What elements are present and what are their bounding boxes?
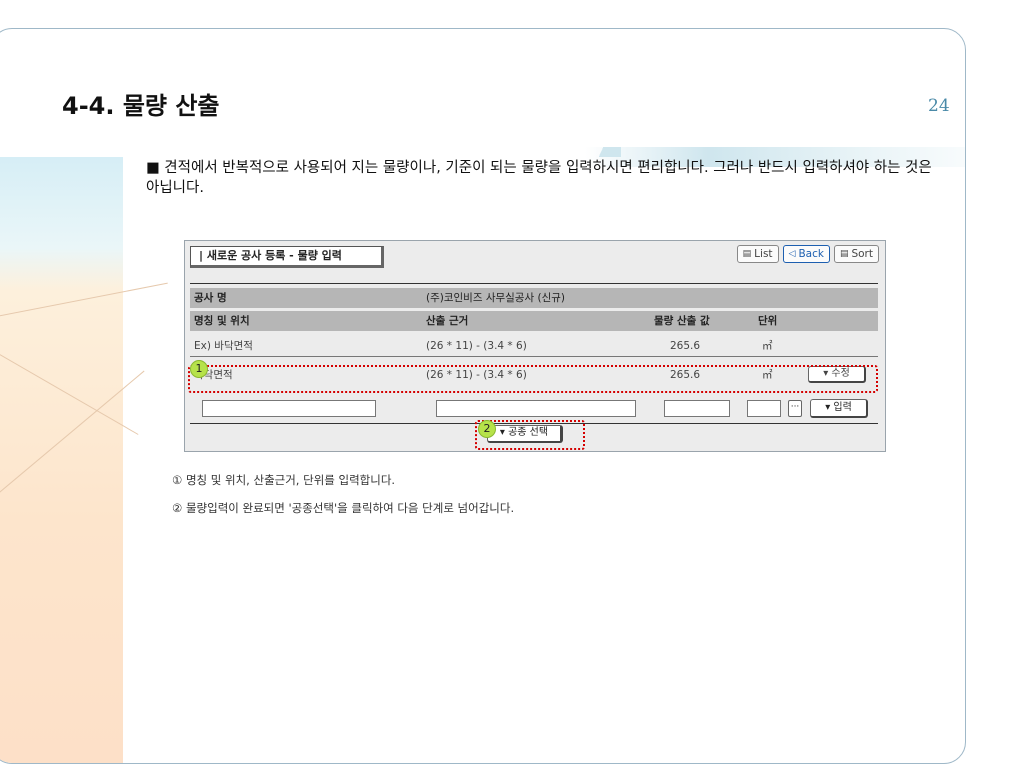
- col-value: 물량 산출 값: [654, 315, 710, 327]
- table-row-example: Ex) 바닥면적 (26 * 11) - (3.4 * 6) 265.6 ㎡: [190, 336, 878, 357]
- table-header: 명칭 및 위치 산출 근거 물량 산출 값 단위: [190, 311, 878, 331]
- name-input[interactable]: [202, 400, 376, 417]
- project-name-value: (주)코인비즈 사무실공사 (신규): [426, 292, 565, 304]
- callout-box-1: [188, 365, 878, 393]
- header-band-slant: [581, 147, 621, 157]
- basis-input[interactable]: [436, 400, 636, 417]
- row-value: 265.6: [670, 340, 701, 352]
- row-unit: ㎡: [762, 340, 773, 352]
- list-button-label: List: [754, 248, 773, 260]
- value-input[interactable]: [664, 400, 730, 417]
- project-name-label: 공사 명: [194, 292, 227, 304]
- divider: [190, 283, 878, 284]
- back-arrow-icon: ◁: [788, 249, 796, 259]
- input-row: ··· ▾ 입력: [190, 399, 878, 421]
- window-title: | 새로운 공사 등록 - 물량 입력: [190, 246, 384, 268]
- enter-button[interactable]: ▾ 입력: [810, 399, 868, 418]
- col-name: 명칭 및 위치: [194, 315, 250, 327]
- row-name: Ex) 바닥면적: [194, 340, 253, 352]
- list-button[interactable]: ▤ List: [736, 245, 779, 263]
- note-2: ② 물량입력이 완료되면 '공종선택'을 클릭하여 다음 단계로 넘어갑니다.: [172, 501, 515, 515]
- sort-button[interactable]: ▤ Sort: [833, 245, 879, 263]
- page-number: 24: [928, 96, 950, 116]
- sort-button-label: Sort: [851, 248, 873, 260]
- row-basis: (26 * 11) - (3.4 * 6): [426, 340, 527, 352]
- callout-badge-2: 2: [478, 420, 496, 438]
- project-name-row: 공사 명 (주)코인비즈 사무실공사 (신규): [190, 288, 878, 308]
- list-icon: ▤: [742, 249, 752, 259]
- toolbar: ▤ List ◁ Back ▤ Sort: [736, 245, 879, 263]
- callout-badge-1: 1: [190, 360, 208, 378]
- col-basis: 산출 근거: [426, 315, 469, 327]
- unit-picker-button[interactable]: ···: [788, 400, 802, 417]
- note-1: ① 명칭 및 위치, 산출근거, 단위를 입력합니다.: [172, 473, 396, 487]
- sort-icon: ▤: [839, 249, 849, 259]
- slide-description: ■ 견적에서 반복적으로 사용되어 지는 물량이나, 기준이 되는 물량을 입력…: [146, 160, 932, 196]
- unit-input[interactable]: [747, 400, 781, 417]
- left-decor-strip: [0, 157, 123, 763]
- back-button-label: Back: [798, 248, 824, 260]
- back-button[interactable]: ◁ Back: [782, 245, 830, 263]
- col-unit: 단위: [758, 315, 778, 327]
- slide-title: 4-4. 물량 산출: [62, 92, 220, 120]
